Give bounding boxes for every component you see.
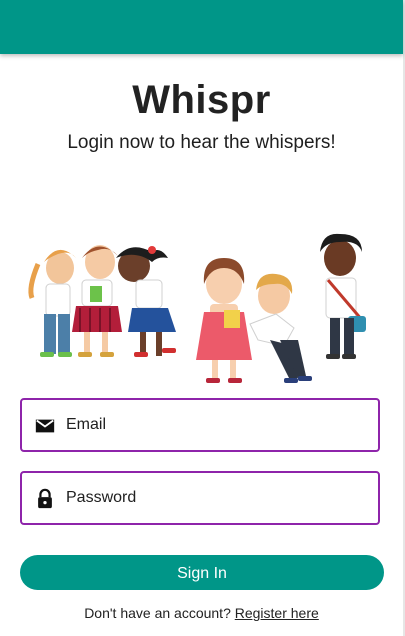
page-subtitle: Login now to hear the whispers! [67, 132, 336, 153]
email-field[interactable] [20, 398, 380, 452]
register-prompt-text: Don't have an account? [84, 605, 235, 621]
email-input[interactable] [66, 400, 366, 450]
lock-icon [38, 488, 52, 509]
boy-blond-figure [249, 273, 312, 383]
girl-left-figure [28, 249, 76, 357]
girl-center-figure [196, 258, 252, 383]
app-title: Whispr [132, 78, 271, 122]
kids-whispering-illustration [28, 233, 366, 383]
email-icon [35, 419, 55, 433]
girl-middle-figure [72, 245, 122, 357]
password-input[interactable] [66, 473, 366, 523]
login-screen: Whispr Login now to hear the whispers! E… [0, 0, 405, 636]
girl-right-figure [116, 246, 176, 357]
password-field[interactable] [20, 471, 380, 525]
boy-with-bag-figure [320, 233, 366, 359]
sign-in-button[interactable]: Sign In [20, 555, 384, 590]
register-prompt: Don't have an account? Register here [0, 605, 403, 621]
register-link[interactable]: Register here [235, 605, 319, 621]
app-bar [0, 0, 403, 54]
